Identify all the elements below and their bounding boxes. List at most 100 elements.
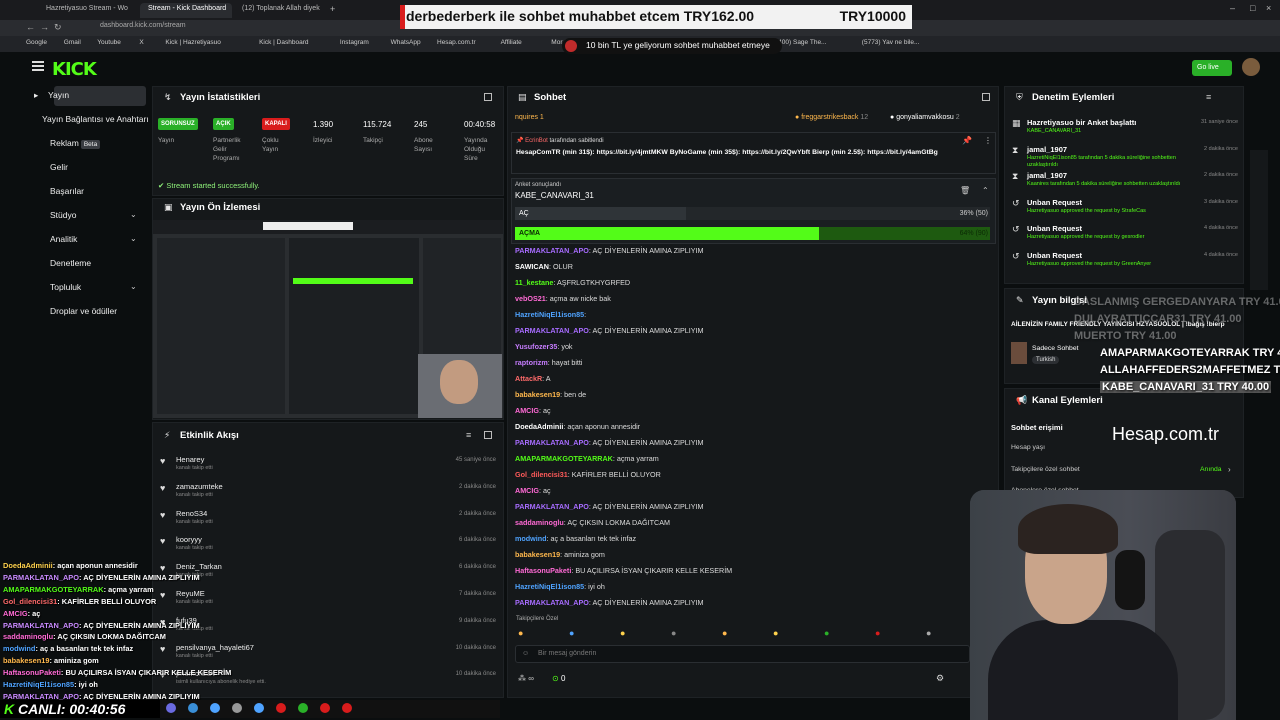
chevron-down-icon[interactable]: ⌄: [130, 282, 137, 291]
chat-username[interactable]: babakesen19: [515, 550, 560, 559]
taskbar-app-icon[interactable]: [276, 703, 286, 713]
chevron-down-icon[interactable]: ⌄: [130, 234, 137, 243]
emote-icon[interactable]: ●: [722, 628, 727, 638]
chevron-right-icon[interactable]: ›: [1228, 465, 1231, 474]
taskbar-app-icon[interactable]: [320, 703, 330, 713]
tab-kick-dashboard[interactable]: Stream - Kick Dashboard: [140, 3, 232, 18]
pin-icon[interactable]: 📌: [962, 136, 972, 145]
chat-username[interactable]: babakesen19: [515, 390, 560, 399]
bookmark-item[interactable]: Hesap.com.tr: [437, 39, 476, 46]
go-live-button[interactable]: Go live: [1192, 60, 1232, 76]
expand-icon[interactable]: [982, 93, 990, 101]
settings-icon[interactable]: ⚙: [936, 673, 944, 684]
emote-icon[interactable]: ●: [569, 628, 574, 638]
emote-icon[interactable]: ●: [773, 628, 778, 638]
taskbar-app-icon[interactable]: [298, 703, 308, 713]
bookmark-item[interactable]: Affiliate: [501, 39, 522, 46]
filter-icon[interactable]: ≡: [466, 430, 471, 440]
chat-username[interactable]: PARMAKLATAN_APO: [515, 438, 589, 447]
chat-username[interactable]: PARMAKLATAN_APO: [515, 598, 589, 607]
sidebar-item-stream-key[interactable]: Yayın Bağlantısı ve Anahtarı: [42, 114, 149, 124]
url-field[interactable]: dashboard.kick.com/stream: [100, 22, 400, 34]
setting-account-age[interactable]: Hesap yaşı: [1011, 444, 1045, 451]
bookmark-item[interactable]: X: [139, 39, 143, 46]
activity-user[interactable]: Henarey: [176, 455, 204, 464]
more-icon[interactable]: ⋮: [984, 136, 992, 145]
minimize-icon[interactable]: –: [1230, 3, 1235, 13]
close-icon[interactable]: ×: [1266, 3, 1271, 13]
sidebar-item-studyo[interactable]: Stüdyo: [50, 210, 76, 220]
tab-hazretiyasuo[interactable]: Hazretiyasuo Stream - Wo: [38, 3, 138, 18]
emote-icon[interactable]: ●: [824, 628, 829, 638]
emote-icon[interactable]: ●: [671, 628, 676, 638]
sidebar-item-reklam[interactable]: Reklam Beta: [50, 138, 101, 149]
bookmark-item[interactable]: Kick | Hazretiyasuo: [165, 39, 221, 46]
forward-icon[interactable]: →: [40, 22, 49, 32]
points-icon[interactable]: ⁂ ∞: [518, 674, 534, 683]
activity-user[interactable]: RenoS34: [176, 509, 207, 518]
activity-user[interactable]: zamazumteke: [176, 482, 223, 491]
chat-username[interactable]: HaftasonuPaketi: [515, 566, 571, 575]
activity-user[interactable]: pensilvanya_hayaleti67: [176, 643, 254, 652]
emote-icon[interactable]: ●: [926, 628, 931, 638]
expand-icon[interactable]: [484, 431, 492, 439]
chevron-up-icon[interactable]: ⌃: [982, 186, 989, 195]
taskbar-app-icon[interactable]: [188, 703, 198, 713]
bookmark-item[interactable]: Instagram: [340, 39, 369, 46]
kick-logo[interactable]: KICK: [52, 59, 97, 80]
bookmark-item[interactable]: (5773) Yav ne bile...: [862, 39, 920, 46]
avatar[interactable]: [1242, 58, 1260, 76]
chat-username[interactable]: 11_kestane: [515, 278, 553, 287]
reload-icon[interactable]: ↻: [54, 22, 62, 33]
tab-toplanak[interactable]: (12) Toplanak Allah diyek: [234, 3, 326, 18]
chat-username[interactable]: PARMAKLATAN_APO: [515, 246, 589, 255]
chevron-down-icon[interactable]: ⌄: [130, 210, 137, 219]
emote-icon[interactable]: ●: [620, 628, 625, 638]
trash-icon[interactable]: 🗑: [960, 186, 970, 195]
menu-icon[interactable]: [32, 61, 44, 71]
chat-username[interactable]: vebOS21: [515, 294, 546, 303]
sidebar-item-gelir[interactable]: Gelir: [50, 162, 68, 172]
emoji-icon[interactable]: ☺: [522, 650, 529, 657]
bookmark-item[interactable]: WhatsApp: [391, 39, 421, 46]
chat-username[interactable]: SAWICAN: [515, 262, 549, 271]
emote-icon[interactable]: ●: [518, 628, 523, 638]
taskbar-app-icon[interactable]: [232, 703, 242, 713]
bookmark-item[interactable]: Gmail: [64, 39, 81, 46]
taskbar-app-icon[interactable]: [254, 703, 264, 713]
chat-username[interactable]: AMCIG: [515, 486, 539, 495]
sidebar-item-yayin[interactable]: Yayın: [48, 90, 69, 100]
sidebar-item-analitik[interactable]: Analitik: [50, 234, 77, 244]
chat-username[interactable]: Gol_dilencisi31: [515, 470, 568, 479]
activity-user[interactable]: ReyuME: [176, 589, 205, 598]
sidebar-item-basarilar[interactable]: Başarılar: [50, 186, 84, 196]
chat-username[interactable]: DoedaAdminii: [515, 422, 563, 431]
back-icon[interactable]: ←: [26, 22, 35, 32]
expand-icon[interactable]: [484, 93, 492, 101]
chat-username[interactable]: modwind: [515, 534, 547, 543]
chat-username[interactable]: HazretiNiqEl1ison85: [515, 310, 584, 319]
taskbar-app-icon[interactable]: [342, 703, 352, 713]
emote-icon[interactable]: ●: [875, 628, 880, 638]
bookmark-item[interactable]: Google: [26, 39, 47, 46]
sidebar-item-topluluk[interactable]: Topluluk: [50, 282, 81, 292]
chat-username[interactable]: raptorizm: [515, 358, 548, 367]
chat-username[interactable]: HazretiNiqEl1ison85: [515, 582, 584, 591]
chat-username[interactable]: saddaminoglu: [515, 518, 564, 527]
filter-icon[interactable]: ≡: [1206, 92, 1211, 102]
chat-username[interactable]: AMAPARMAKGOTEYARRAK: [515, 454, 613, 463]
taskbar-app-icon[interactable]: [210, 703, 220, 713]
taskbar-app-icon[interactable]: [166, 703, 176, 713]
activity-user[interactable]: Deniz_Tarkan: [176, 562, 222, 571]
bookmark-item[interactable]: Kick | Dashboard: [259, 39, 308, 46]
chat-username[interactable]: Yusufozer35: [515, 342, 557, 351]
sidebar-item-droplar[interactable]: Droplar ve ödüller: [50, 306, 117, 316]
chat-username[interactable]: PARMAKLATAN_APO: [515, 326, 589, 335]
chat-username[interactable]: AttackR: [515, 374, 542, 383]
chat-username[interactable]: AMCIG: [515, 406, 539, 415]
bookmark-item[interactable]: Youtube: [97, 39, 121, 46]
setting-follower-only[interactable]: Takipçilere özel sohbet: [1011, 466, 1080, 473]
maximize-icon[interactable]: □: [1250, 3, 1255, 13]
chat-username[interactable]: PARMAKLATAN_APO: [515, 502, 589, 511]
sidebar-item-denetleme[interactable]: Denetleme: [50, 258, 91, 268]
